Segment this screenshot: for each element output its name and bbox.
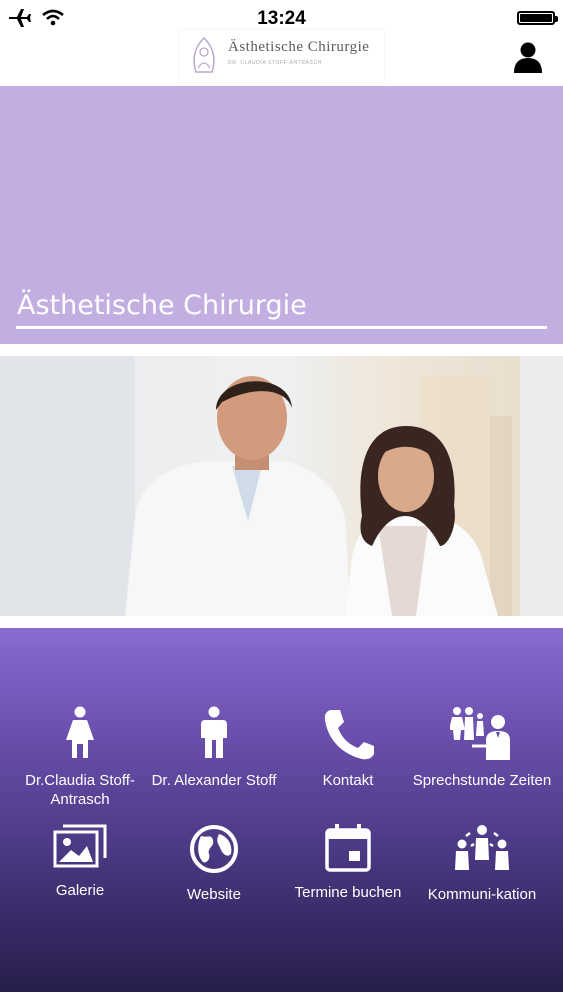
menu-label: Dr. Alexander Stoff <box>151 772 277 789</box>
menu-label: Sprechstunde Zeiten <box>412 772 552 789</box>
doctors-photo <box>0 356 563 616</box>
menu-label: Kontakt <box>322 772 374 789</box>
phone-icon <box>278 706 418 765</box>
hero-title: Ästhetische Chirurgie <box>17 290 307 321</box>
menu-label: Website <box>187 886 241 903</box>
calendar-icon <box>278 824 418 877</box>
consultation-icon <box>412 706 552 765</box>
menu-tile-kommunikation[interactable]: Kommuni-kation <box>412 824 552 904</box>
globe-icon <box>144 824 284 879</box>
menu-label: Kommuni-kation <box>427 886 537 903</box>
menu-tile-termine[interactable]: Termine buchen <box>278 824 418 902</box>
menu-tile-website[interactable]: Website <box>144 824 284 904</box>
nav-bar: Ästhetische Chirurgie DR. CLAUDIA STOFF-… <box>0 30 563 86</box>
menu-grid: Dr.Claudia Stoff-Antrasch Dr. Alexander … <box>0 628 563 992</box>
hero-underline <box>16 326 547 329</box>
menu-label: Dr.Claudia Stoff-Antrasch <box>25 772 135 808</box>
menu-tile-alexander[interactable]: Dr. Alexander Stoff <box>144 706 284 790</box>
menu-label: Galerie <box>55 882 105 899</box>
male-icon <box>144 706 284 765</box>
logo-emblem-icon <box>193 36 215 73</box>
menu-tile-galerie[interactable]: Galerie <box>10 824 150 900</box>
gallery-icon <box>10 824 150 875</box>
logo: Ästhetische Chirurgie DR. CLAUDIA STOFF-… <box>180 30 384 82</box>
community-icon <box>412 824 552 879</box>
user-profile-icon[interactable] <box>511 40 545 74</box>
logo-subtitle: DR. CLAUDIA STOFF-ANTRASCH <box>228 60 322 66</box>
menu-tile-kontakt[interactable]: Kontakt <box>278 706 418 790</box>
hero-banner: Ästhetische Chirurgie <box>0 86 563 344</box>
menu-tile-claudia[interactable]: Dr.Claudia Stoff-Antrasch <box>10 706 150 809</box>
menu-tile-sprechstunde[interactable]: Sprechstunde Zeiten <box>412 706 552 790</box>
logo-name: Ästhetische Chirurgie <box>228 39 370 55</box>
battery-icon <box>517 11 558 25</box>
menu-label: Termine buchen <box>294 884 402 901</box>
female-icon <box>10 706 150 765</box>
status-time: 13:24 <box>257 8 306 29</box>
